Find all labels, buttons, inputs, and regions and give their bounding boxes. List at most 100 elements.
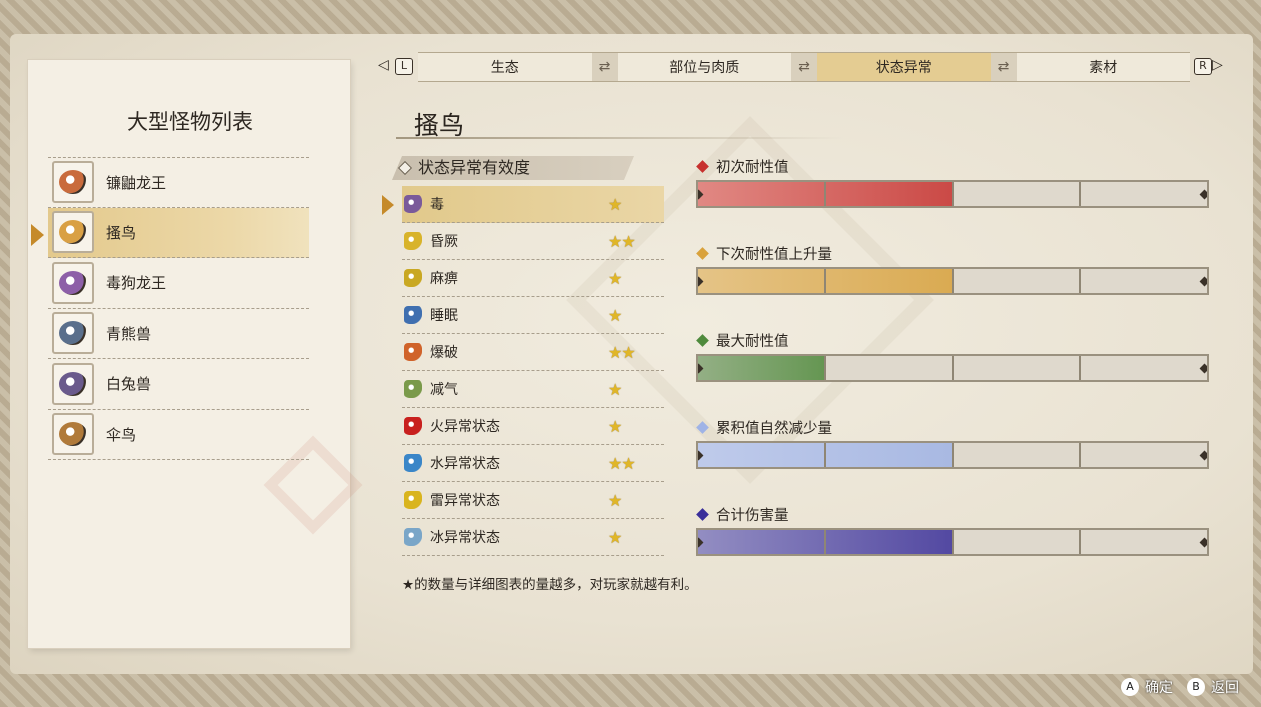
tab-separator-icon: ⇄: [990, 52, 1017, 82]
status-list-item[interactable]: 昏厥 ★★: [402, 223, 664, 260]
blast-icon: [404, 343, 422, 361]
metric-bar-cap-icon: [1199, 276, 1207, 287]
status-name: 毒: [430, 197, 444, 213]
metric-bar-divider: [824, 530, 827, 554]
status-name: 睡眠: [430, 308, 458, 324]
monster-name: 青熊兽: [106, 324, 152, 343]
metric-label: 最大耐性值: [716, 333, 789, 350]
metric-bar: [696, 267, 1209, 295]
metric-bar-divider: [824, 182, 827, 206]
status-name: 火异常状态: [430, 419, 500, 435]
metric-bar-cap-icon: [1199, 537, 1207, 548]
tab-right-key[interactable]: R: [1194, 58, 1212, 75]
tab-left-arrow-icon[interactable]: ◁: [378, 57, 389, 73]
white-rabbit-beast-icon: [52, 362, 94, 405]
sleep-icon: [404, 306, 422, 324]
metric-bar-divider: [1078, 356, 1081, 380]
tab-0[interactable]: 生态: [418, 52, 592, 82]
metric-diamond-icon: [696, 420, 709, 434]
tab-separator-icon: ⇄: [791, 52, 817, 82]
back-label[interactable]: 返回: [1211, 677, 1239, 697]
stun-icon: [404, 232, 422, 250]
status-stars: ★: [608, 490, 622, 510]
metric-bar-divider: [1078, 269, 1081, 293]
status-list-item[interactable]: 雷异常状态 ★: [402, 482, 664, 519]
ice-icon: [404, 528, 422, 546]
effectiveness-header: 状态异常有效度: [392, 156, 634, 180]
monster-portrait: [59, 220, 87, 245]
monster-name: 伞鸟: [106, 425, 137, 444]
monster-name: 白兔兽: [106, 375, 152, 394]
status-list-item[interactable]: 睡眠 ★: [402, 297, 664, 334]
tabs: 生态 ⇄ 部位与肉质 ⇄ 状态异常 ⇄ 素材: [418, 52, 1190, 82]
metric-label-row: 最大耐性值: [696, 330, 1214, 350]
monster-list-item[interactable]: 镰鼬龙王: [48, 157, 309, 208]
poison-dog-dragon-icon: [52, 261, 94, 304]
status-stars: ★: [608, 416, 622, 436]
tab-separator-icon: ⇄: [591, 52, 618, 82]
confirm-label[interactable]: 确定: [1145, 677, 1173, 697]
monster-portrait: [59, 270, 87, 295]
a-button-icon[interactable]: A: [1121, 678, 1139, 696]
status-list-item[interactable]: 麻痹 ★: [402, 260, 664, 297]
tab-1[interactable]: 部位与肉质: [617, 52, 791, 82]
metric-bar-divider: [1078, 530, 1081, 554]
metric-bar-fill: [698, 356, 826, 380]
button-hints: A 确定 B 返回: [1121, 677, 1239, 697]
metric-bar-cap-icon: [1199, 363, 1207, 374]
status-list-item[interactable]: 减气 ★: [402, 371, 664, 408]
metric-label: 累积值自然减少量: [716, 420, 832, 437]
metric-bar: [696, 180, 1209, 208]
metric-bar-divider: [824, 356, 827, 380]
monster-name: 毒狗龙王: [106, 274, 167, 293]
status-list: 毒 ★ 昏厥 ★★ 麻痹 ★ 睡眠 ★ 爆破 ★★ 减气 ★ 火异常状态 ★ 水异常状态 ★★ 雷异常状态 ★ 冰异…: [402, 186, 664, 556]
tab-2[interactable]: 状态异常: [817, 52, 991, 82]
paralysis-icon: [404, 269, 422, 287]
monster-portrait: [59, 321, 87, 346]
monster-list-item[interactable]: 搔鸟: [48, 207, 309, 258]
monster-list-item[interactable]: 毒狗龙王: [48, 258, 309, 309]
metric-diamond-icon: [696, 246, 709, 260]
monster-list-item[interactable]: 伞鸟: [48, 410, 309, 460]
metric-label: 初次耐性值: [716, 159, 789, 176]
metric-item: 累积值自然减少量: [696, 417, 1214, 469]
tab-left-key[interactable]: L: [395, 58, 413, 75]
metric-bar-cap-icon: [1199, 450, 1207, 461]
metric-bar-divider: [1078, 443, 1081, 467]
status-stars: ★: [608, 194, 622, 214]
metric-bar-cap-icon: [1199, 189, 1207, 200]
metric-label-row: 合计伤害量: [696, 504, 1214, 524]
footnote: ★的数量与详细图表的量越多，对玩家就越有利。: [402, 577, 698, 593]
monster-list-item[interactable]: 青熊兽: [48, 309, 309, 359]
b-button-icon[interactable]: B: [1187, 678, 1205, 696]
metric-item: 最大耐性值: [696, 330, 1214, 382]
status-list-item[interactable]: 毒 ★: [402, 186, 664, 223]
effectiveness-header-label: 状态异常有效度: [418, 158, 531, 177]
blue-bear-icon: [52, 312, 94, 355]
kulu-bird-icon: [52, 211, 94, 254]
thunder-icon: [404, 491, 422, 509]
poison-icon: [404, 195, 422, 213]
status-name: 水异常状态: [430, 456, 500, 472]
status-name: 爆破: [430, 345, 458, 361]
status-list-item[interactable]: 爆破 ★★: [402, 334, 664, 371]
metric-label-row: 初次耐性值: [696, 156, 1214, 176]
monster-selection-cursor-icon: [31, 224, 44, 246]
tab-3[interactable]: 素材: [1016, 52, 1190, 82]
umbrella-bird-icon: [52, 413, 94, 456]
metric-bar-divider: [951, 356, 954, 380]
status-list-item[interactable]: 冰异常状态 ★: [402, 519, 664, 556]
tab-right-arrow-icon[interactable]: ▷: [1212, 57, 1223, 73]
metric-item: 合计伤害量: [696, 504, 1214, 556]
metric-diamond-icon: [696, 159, 709, 173]
metric-bar-divider: [951, 182, 954, 206]
status-list-item[interactable]: 水异常状态 ★★: [402, 445, 664, 482]
monster-list-title: 大型怪物列表: [127, 110, 253, 134]
metric-bar-divider: [951, 443, 954, 467]
monster-list-item[interactable]: 白兔兽: [48, 359, 309, 410]
metric-item: 下次耐性值上升量: [696, 243, 1214, 295]
status-stars: ★★: [608, 342, 636, 362]
status-list-item[interactable]: 火异常状态 ★: [402, 408, 664, 445]
metric-label-row: 累积值自然减少量: [696, 417, 1214, 437]
tab-bar: ◁ L 生态 ⇄ 部位与肉质 ⇄ 状态异常 ⇄ 素材 R ▷: [378, 52, 1226, 82]
